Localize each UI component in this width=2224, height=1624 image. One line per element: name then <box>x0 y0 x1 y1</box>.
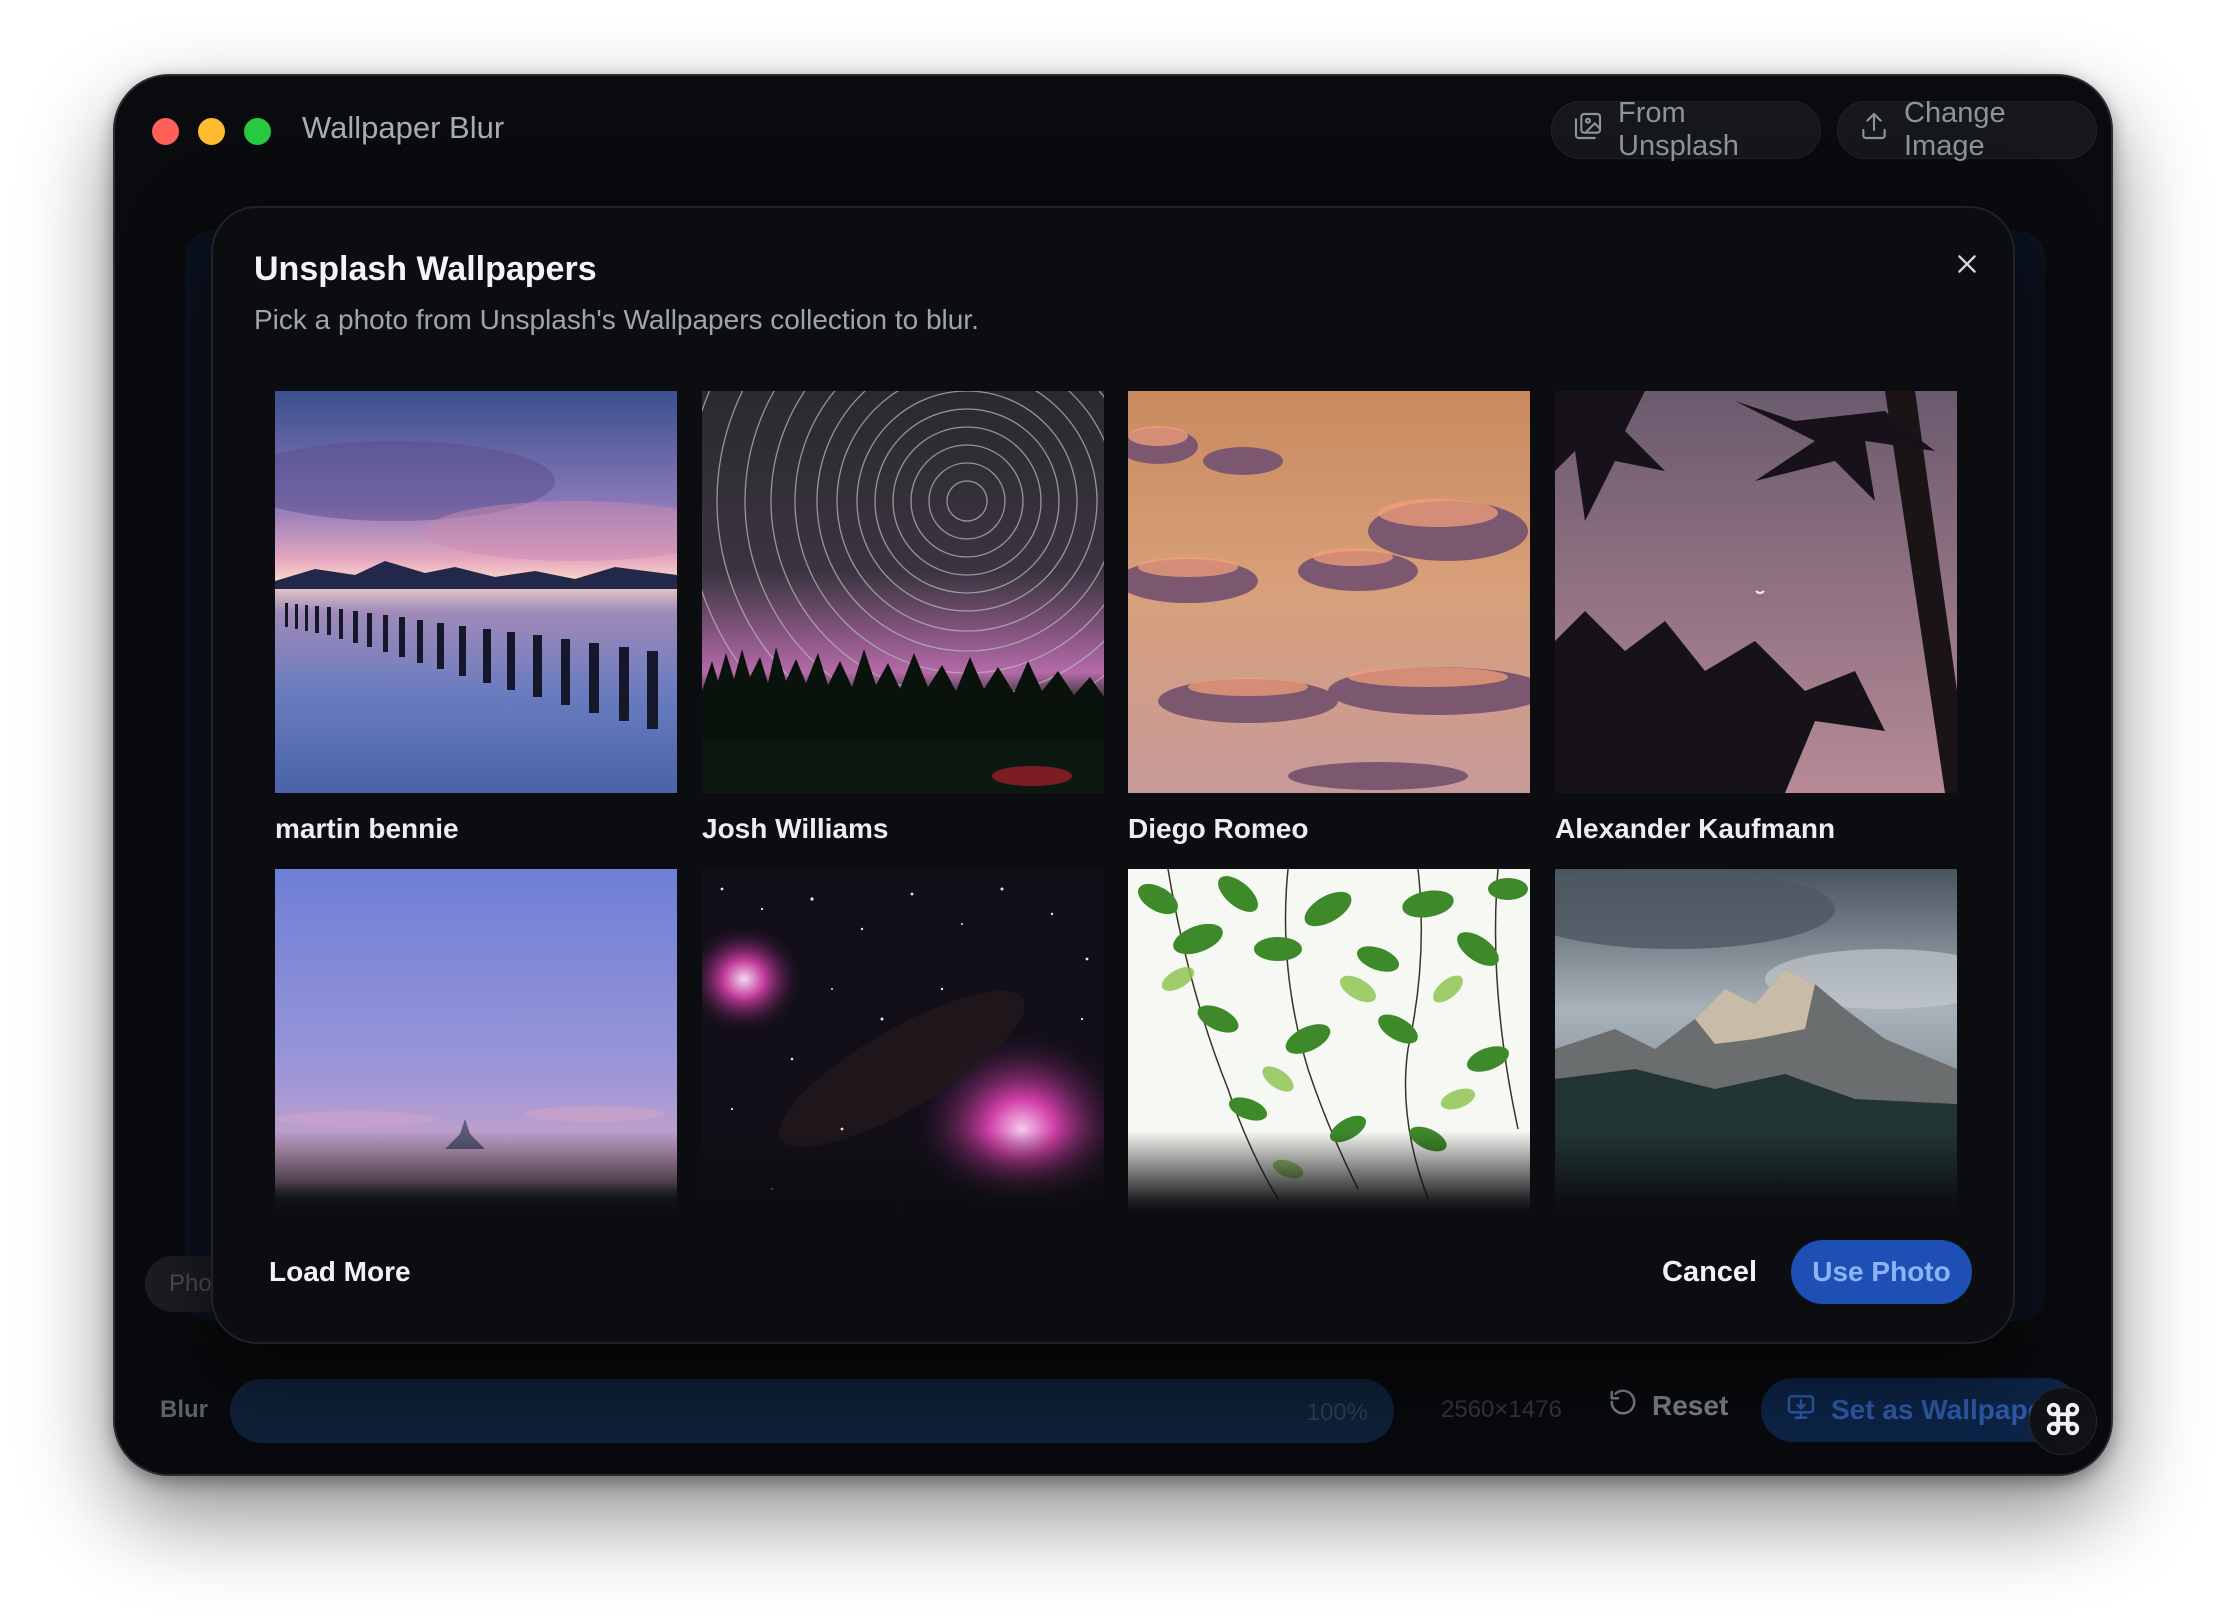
use-photo-button[interactable]: Use Photo <box>1791 1240 1972 1304</box>
unsplash-dialog: Unsplash Wallpapers Pick a photo from Un… <box>211 206 2015 1344</box>
minimize-window-button[interactable] <box>198 118 225 145</box>
change-image-label: Change Image <box>1904 97 2006 162</box>
photographer-name: martin bennie <box>275 813 459 844</box>
photo-thumbnail[interactable] <box>1128 391 1530 793</box>
reset-icon <box>1608 1387 1638 1424</box>
dialog-subtitle: Pick a photo from Unsplash's Wallpapers … <box>254 304 979 335</box>
photo-stack-icon <box>1572 110 1604 150</box>
photo-tile[interactable]: Diego Romeo <box>1128 391 1530 845</box>
monitor-icon <box>1785 1391 1817 1430</box>
from-unsplash-button[interactable]: From Unsplash <box>1551 97 1821 162</box>
zoom-window-button[interactable] <box>244 118 271 145</box>
set-as-wallpaper-label: Set as Wallpaper <box>1831 1394 2055 1425</box>
photo-tile[interactable]: Josh Williams <box>702 391 1104 845</box>
blur-value: 100% <box>1306 1399 1368 1426</box>
app-title: Wallpaper Blur <box>302 110 505 145</box>
command-icon <box>2044 1400 2082 1443</box>
close-window-button[interactable] <box>152 118 179 145</box>
load-more-button[interactable]: Load More <box>269 1256 411 1288</box>
title-bar: Wallpaper Blur From Unsplash Change Imag… <box>115 76 2111 180</box>
image-dimensions: 2560×1476 <box>1441 1396 1562 1423</box>
photo-grid: martin bennie Josh Williams Diego Romeo … <box>275 391 1957 1211</box>
reset-label: Reset <box>1652 1389 1729 1421</box>
photo-tile[interactable]: Alexander Kaufmann <box>1555 391 1957 845</box>
photographer-name: Alexander Kaufmann <box>1555 813 1836 844</box>
close-dialog-button[interactable] <box>1947 246 1987 286</box>
close-icon <box>1954 251 1980 282</box>
photo-thumbnail[interactable] <box>1555 391 1957 793</box>
reset-button[interactable]: Reset <box>1608 1387 1728 1424</box>
cancel-button[interactable]: Cancel <box>1662 1256 1757 1289</box>
photo-tile[interactable]: martin bennie <box>275 391 677 845</box>
blur-slider[interactable]: 100% <box>230 1379 1394 1443</box>
blur-label: Blur <box>160 1396 208 1423</box>
change-image-button[interactable]: Change Image <box>1837 97 2097 162</box>
grid-fade <box>275 1131 1957 1211</box>
command-button[interactable] <box>2029 1387 2097 1455</box>
photo-thumbnail[interactable] <box>702 391 1104 793</box>
dialog-title: Unsplash Wallpapers <box>254 250 597 288</box>
upload-icon <box>1858 110 1890 150</box>
photographer-name: Diego Romeo <box>1128 813 1309 844</box>
photo-thumbnail[interactable] <box>275 391 677 793</box>
from-unsplash-label: From Unsplash <box>1618 97 1739 162</box>
blur-slider-fill <box>230 1379 1394 1443</box>
photographer-name: Josh Williams <box>702 813 889 844</box>
